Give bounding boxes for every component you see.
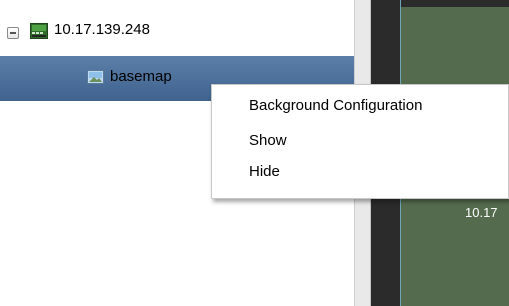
map-device-label: 10.17 (465, 205, 498, 220)
menu-item-show[interactable]: Show (249, 132, 287, 149)
menu-item-background-configuration[interactable]: Background Configuration (249, 97, 422, 114)
device-icon (30, 23, 48, 39)
menu-item-hide[interactable]: Hide (249, 163, 280, 180)
map-image-icon (87, 70, 104, 84)
collapse-toggle[interactable] (7, 27, 19, 39)
context-menu: Background Configuration Show Hide (211, 84, 509, 199)
tree-node-basemap-label: basemap (110, 68, 172, 85)
tree-node-device[interactable]: 10.17.139.248 (0, 12, 354, 46)
tree-node-device-label: 10.17.139.248 (54, 21, 150, 38)
